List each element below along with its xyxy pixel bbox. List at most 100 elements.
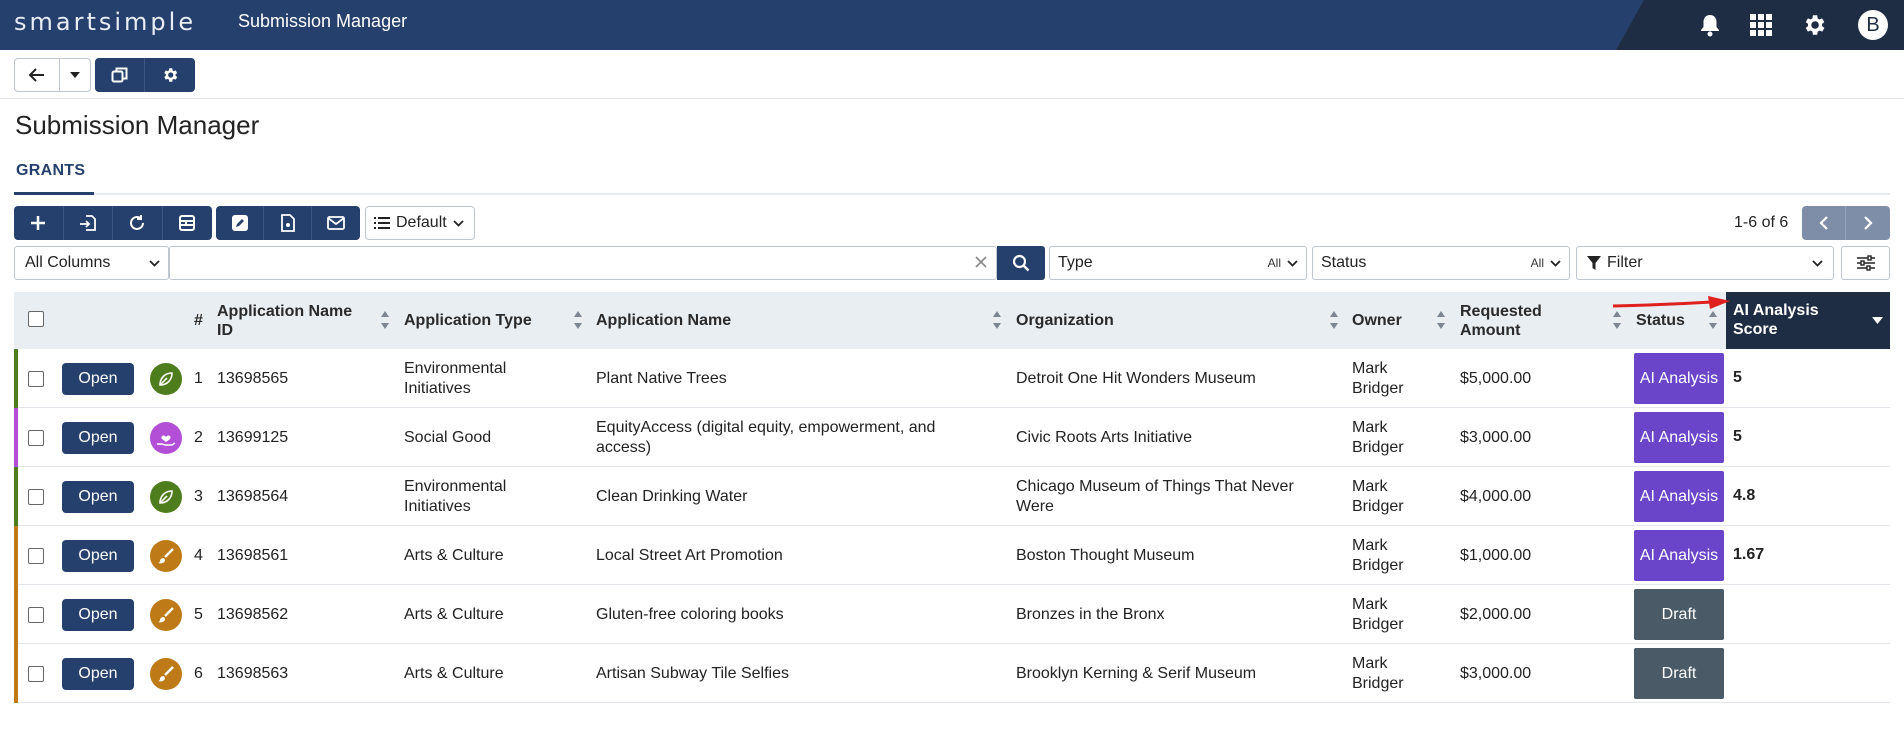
row-type-color-bar	[14, 467, 18, 526]
open-record-button[interactable]: Open	[62, 657, 134, 690]
col-header-app-id[interactable]: Application Name ID	[217, 292, 367, 349]
sort-icon[interactable]	[1329, 310, 1339, 330]
search-input[interactable]	[169, 246, 997, 280]
pager	[1802, 206, 1890, 240]
organization: Brooklyn Kerning & Serif Museum	[1016, 664, 1257, 682]
search-button[interactable]	[997, 246, 1045, 280]
application-type: Environmental Initiatives	[404, 477, 507, 515]
row-checkbox[interactable]	[28, 547, 44, 564]
window-actions-group	[95, 58, 195, 92]
paintbrush-icon	[150, 539, 182, 572]
view-select[interactable]: Default	[365, 206, 475, 240]
status-badge[interactable]: AI Analysis	[1634, 471, 1724, 522]
prev-page-button[interactable]	[1802, 206, 1846, 240]
chevron-down-icon	[149, 259, 160, 267]
owner: Mark Bridger	[1352, 359, 1404, 397]
edit-button[interactable]	[216, 206, 264, 240]
apps-grid-icon[interactable]	[1742, 6, 1780, 44]
select-all-checkbox[interactable]	[28, 311, 44, 327]
row-checkbox[interactable]	[28, 488, 44, 505]
status-badge[interactable]: Draft	[1634, 648, 1724, 699]
sort-icon[interactable]	[1708, 310, 1718, 330]
application-type: Arts & Culture	[404, 605, 504, 623]
requested-amount: $1,000.00	[1460, 546, 1532, 564]
sort-icon[interactable]	[573, 310, 583, 330]
col-header-amount[interactable]: Requested Amount	[1460, 292, 1560, 349]
pager-count: 1-6 of 6	[1734, 214, 1789, 231]
application-id: 13699125	[217, 428, 289, 446]
col-header-app-type[interactable]: Application Type	[404, 292, 532, 349]
bell-icon[interactable]	[1691, 6, 1729, 44]
row-checkbox[interactable]	[28, 665, 44, 682]
history-dropdown-button[interactable]	[59, 58, 91, 92]
filter-select[interactable]: Filter	[1576, 246, 1834, 280]
page-settings-gear-icon[interactable]	[145, 58, 195, 92]
chevron-down-icon	[1812, 259, 1823, 267]
status-filter[interactable]: Status All	[1312, 246, 1570, 280]
row-number: 5	[194, 605, 203, 623]
avatar-letter: B	[1858, 10, 1888, 40]
row-type-color-bar	[14, 644, 18, 703]
open-record-button[interactable]: Open	[62, 421, 134, 454]
row-type-color-bar	[14, 585, 18, 644]
chevron-down-icon	[1550, 259, 1561, 267]
type-filter-label: Type	[1058, 254, 1093, 271]
col-header-app-name[interactable]: Application Name	[596, 292, 731, 349]
row-checkbox[interactable]	[28, 606, 44, 623]
application-type: Arts & Culture	[404, 546, 504, 564]
search-icon	[1012, 254, 1030, 272]
row-number: 3	[194, 487, 203, 505]
open-record-button[interactable]: Open	[62, 362, 134, 395]
sort-icon[interactable]	[1612, 310, 1622, 330]
paintbrush-icon	[150, 657, 182, 690]
add-button[interactable]	[14, 206, 64, 240]
col-header-ai-score-cell[interactable]: AI Analysis Score	[1726, 292, 1890, 349]
clear-search-icon[interactable]	[975, 255, 987, 273]
record-actions-group	[14, 206, 212, 240]
open-record-button[interactable]: Open	[62, 539, 134, 572]
bulk-actions-group	[216, 206, 360, 240]
col-header-owner[interactable]: Owner	[1352, 292, 1402, 349]
tabs-baseline	[14, 193, 1890, 195]
row-number: 1	[194, 369, 203, 387]
type-filter[interactable]: Type All	[1049, 246, 1307, 280]
refresh-button[interactable]	[113, 206, 163, 240]
col-header-num: #	[194, 312, 203, 329]
sort-icon[interactable]	[992, 310, 1002, 330]
import-button[interactable]	[64, 206, 113, 240]
requested-amount: $2,000.00	[1460, 605, 1532, 623]
col-header-ai-score: AI Analysis Score	[1733, 302, 1819, 338]
sort-icon[interactable]	[380, 310, 390, 330]
status-badge[interactable]: AI Analysis	[1634, 412, 1724, 463]
columns-select[interactable]: All Columns	[14, 246, 169, 280]
tab-grants[interactable]: GRANTS	[16, 162, 85, 180]
next-page-button[interactable]	[1846, 206, 1890, 240]
open-record-button[interactable]: Open	[62, 480, 134, 513]
status-badge[interactable]: AI Analysis	[1634, 353, 1724, 404]
row-checkbox[interactable]	[28, 370, 44, 387]
columns-button[interactable]	[163, 206, 213, 240]
application-name: EquityAccess (digital equity, empowermen…	[596, 418, 936, 456]
back-button[interactable]	[14, 58, 60, 92]
email-button[interactable]	[312, 206, 360, 240]
annotation-arrow	[1612, 296, 1730, 309]
row-number: 4	[194, 546, 203, 564]
document-button[interactable]	[264, 206, 312, 240]
status-badge[interactable]: Draft	[1634, 589, 1724, 640]
heart-hand-icon	[150, 421, 182, 454]
open-record-button[interactable]: Open	[62, 598, 134, 631]
restore-window-icon[interactable]	[95, 58, 145, 92]
column-settings-button[interactable]	[1841, 246, 1890, 280]
application-id: 13698561	[217, 546, 289, 564]
row-checkbox[interactable]	[28, 429, 44, 446]
sort-icon[interactable]	[1436, 310, 1446, 330]
paintbrush-icon	[150, 598, 182, 631]
settings-gear-icon[interactable]	[1795, 6, 1833, 44]
top-bar: smartsimple Submission Manager B	[0, 0, 1904, 50]
owner: Mark Bridger	[1352, 595, 1404, 633]
user-avatar[interactable]: B	[1854, 6, 1892, 44]
col-header-organization[interactable]: Organization	[1016, 292, 1114, 349]
status-badge[interactable]: AI Analysis	[1634, 530, 1724, 581]
chevron-right-icon	[1864, 216, 1873, 230]
view-select-value: Default	[396, 214, 447, 231]
